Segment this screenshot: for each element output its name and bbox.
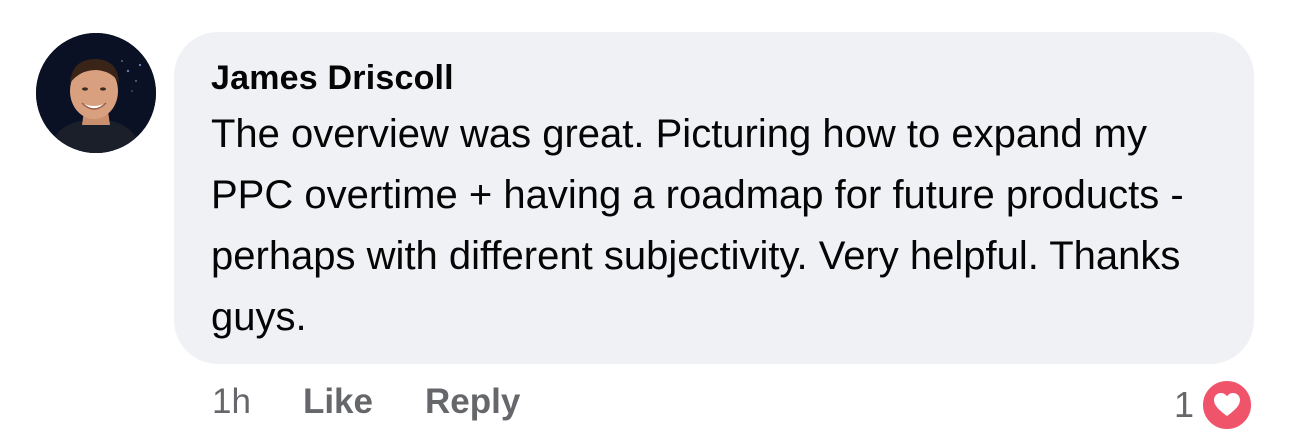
comment-author[interactable]: James Driscoll	[211, 58, 1224, 98]
love-reaction-icon	[1200, 378, 1254, 432]
avatar[interactable]	[36, 33, 156, 153]
reaction-count: 1	[1173, 384, 1194, 425]
avatar-photo-icon	[36, 33, 156, 153]
comment-text: The overview was great. Picturing how to…	[211, 112, 1184, 339]
comment-actions: 1h Like Reply	[212, 380, 520, 424]
reply-button[interactable]: Reply	[425, 380, 520, 424]
like-button[interactable]: Like	[303, 380, 373, 424]
comment-bubble: James Driscoll The overview was great. P…	[174, 32, 1254, 364]
reaction-summary[interactable]: 1	[1174, 378, 1254, 432]
comment-timestamp[interactable]: 1h	[212, 380, 251, 424]
comment: James Driscoll The overview was great. P…	[0, 0, 1290, 448]
